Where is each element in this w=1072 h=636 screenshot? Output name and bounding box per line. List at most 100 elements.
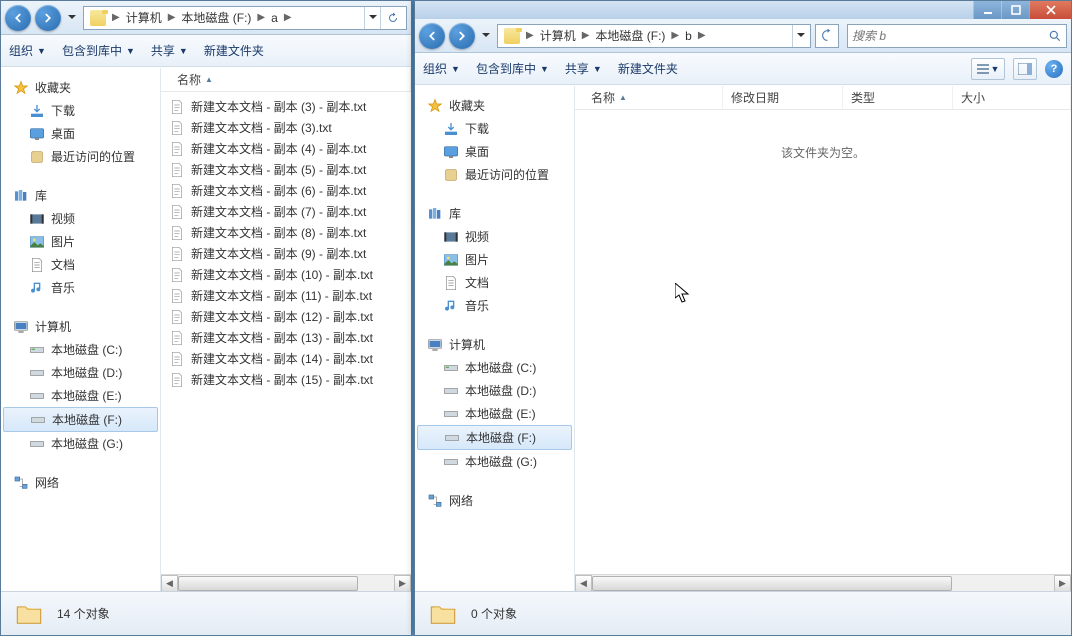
new-folder-button[interactable]: 新建文件夹 xyxy=(618,60,678,77)
nav-network[interactable]: 网络 xyxy=(1,471,160,494)
file-row[interactable]: 新建文本文档 - 副本 (9) - 副本.txt xyxy=(161,243,411,264)
nav-recent[interactable]: 最近访问的位置 xyxy=(1,145,160,168)
address-dropdown[interactable] xyxy=(364,7,380,29)
nav-desktop[interactable]: 桌面 xyxy=(415,140,574,163)
nav-favorites[interactable]: 收藏夹 xyxy=(415,94,574,117)
chevron-right-icon[interactable]: ▶ xyxy=(255,12,267,23)
crumb-folder[interactable]: a xyxy=(267,11,282,25)
nav-documents[interactable]: 文档 xyxy=(1,253,160,276)
preview-pane-button[interactable] xyxy=(1013,58,1037,80)
scroll-thumb[interactable] xyxy=(178,576,358,591)
nav-music[interactable]: 音乐 xyxy=(415,294,574,317)
file-row[interactable]: 新建文本文档 - 副本 (4) - 副本.txt xyxy=(161,138,411,159)
scroll-right-button[interactable]: ▶ xyxy=(394,575,411,592)
crumb-computer[interactable]: 计算机 xyxy=(536,27,580,44)
nav-history-dropdown[interactable] xyxy=(65,8,79,28)
crumb-folder[interactable]: b xyxy=(681,29,696,43)
nav-downloads[interactable]: 下载 xyxy=(1,99,160,122)
nav-videos[interactable]: 视频 xyxy=(415,225,574,248)
minimize-button[interactable] xyxy=(973,1,1001,19)
nav-libraries[interactable]: 库 xyxy=(415,202,574,225)
chevron-right-icon[interactable]: ▶ xyxy=(669,30,681,41)
organize-menu[interactable]: 组织▼ xyxy=(423,60,460,77)
file-row[interactable]: 新建文本文档 - 副本 (15) - 副本.txt xyxy=(161,369,411,390)
nav-disk-e[interactable]: 本地磁盘 (E:) xyxy=(415,402,574,425)
file-row[interactable]: 新建文本文档 - 副本 (13) - 副本.txt xyxy=(161,327,411,348)
forward-button[interactable] xyxy=(449,23,475,49)
organize-menu[interactable]: 组织▼ xyxy=(9,42,46,59)
share-menu[interactable]: 共享▼ xyxy=(151,42,188,59)
file-row[interactable]: 新建文本文档 - 副本 (12) - 副本.txt xyxy=(161,306,411,327)
address-bar[interactable]: ▶ 计算机 ▶ 本地磁盘 (F:) ▶ a ▶ xyxy=(83,6,407,30)
file-row[interactable]: 新建文本文档 - 副本 (5) - 副本.txt xyxy=(161,159,411,180)
chevron-right-icon[interactable]: ▶ xyxy=(282,12,294,23)
file-row[interactable]: 新建文本文档 - 副本 (6) - 副本.txt xyxy=(161,180,411,201)
file-row[interactable]: 新建文本文档 - 副本 (11) - 副本.txt xyxy=(161,285,411,306)
crumb-disk[interactable]: 本地磁盘 (F:) xyxy=(591,27,669,44)
nav-disk-c[interactable]: 本地磁盘 (C:) xyxy=(415,356,574,379)
file-row[interactable]: 新建文本文档 - 副本 (8) - 副本.txt xyxy=(161,222,411,243)
crumb-computer[interactable]: 计算机 xyxy=(122,9,166,26)
nav-recent[interactable]: 最近访问的位置 xyxy=(415,163,574,186)
nav-disk-f[interactable]: 本地磁盘 (F:) xyxy=(3,407,158,432)
column-name[interactable]: 名称▲ xyxy=(583,86,723,109)
column-name[interactable]: 名称▲ xyxy=(169,68,411,91)
nav-pictures[interactable]: 图片 xyxy=(415,248,574,271)
horizontal-scrollbar[interactable]: ◀ ▶ xyxy=(575,574,1071,591)
nav-pictures[interactable]: 图片 xyxy=(1,230,160,253)
column-date[interactable]: 修改日期 xyxy=(723,86,843,109)
include-menu[interactable]: 包含到库中▼ xyxy=(476,60,549,77)
refresh-button[interactable] xyxy=(815,24,839,48)
nav-downloads[interactable]: 下载 xyxy=(415,117,574,140)
close-button[interactable] xyxy=(1029,1,1071,19)
scroll-thumb[interactable] xyxy=(592,576,952,591)
new-folder-button[interactable]: 新建文件夹 xyxy=(204,42,264,59)
nav-computer[interactable]: 计算机 xyxy=(1,315,160,338)
address-bar[interactable]: ▶ 计算机 ▶ 本地磁盘 (F:) ▶ b ▶ xyxy=(497,24,811,48)
file-list[interactable]: 该文件夹为空。 xyxy=(575,110,1071,574)
nav-computer[interactable]: 计算机 xyxy=(415,333,574,356)
include-menu[interactable]: 包含到库中▼ xyxy=(62,42,135,59)
column-type[interactable]: 类型 xyxy=(843,86,953,109)
file-list[interactable]: 新建文本文档 - 副本 (3) - 副本.txt新建文本文档 - 副本 (3).… xyxy=(161,92,411,574)
share-menu[interactable]: 共享▼ xyxy=(565,60,602,77)
nav-desktop[interactable]: 桌面 xyxy=(1,122,160,145)
back-button[interactable] xyxy=(5,5,31,31)
nav-disk-f[interactable]: 本地磁盘 (F:) xyxy=(417,425,572,450)
file-row[interactable]: 新建文本文档 - 副本 (7) - 副本.txt xyxy=(161,201,411,222)
file-row[interactable]: 新建文本文档 - 副本 (3) - 副本.txt xyxy=(161,96,411,117)
nav-disk-e[interactable]: 本地磁盘 (E:) xyxy=(1,384,160,407)
search-input[interactable] xyxy=(852,29,1048,43)
nav-network[interactable]: 网络 xyxy=(415,489,574,512)
address-dropdown[interactable] xyxy=(792,25,808,47)
nav-videos[interactable]: 视频 xyxy=(1,207,160,230)
maximize-button[interactable] xyxy=(1001,1,1029,19)
back-button[interactable] xyxy=(419,23,445,49)
nav-favorites[interactable]: 收藏夹 xyxy=(1,76,160,99)
nav-disk-d[interactable]: 本地磁盘 (D:) xyxy=(415,379,574,402)
nav-music[interactable]: 音乐 xyxy=(1,276,160,299)
file-row[interactable]: 新建文本文档 - 副本 (3).txt xyxy=(161,117,411,138)
help-button[interactable]: ? xyxy=(1045,60,1063,78)
nav-documents[interactable]: 文档 xyxy=(415,271,574,294)
scroll-left-button[interactable]: ◀ xyxy=(161,575,178,592)
column-size[interactable]: 大小 xyxy=(953,86,1071,109)
nav-disk-g[interactable]: 本地磁盘 (G:) xyxy=(415,450,574,473)
view-options-button[interactable]: ▼ xyxy=(971,58,1005,80)
chevron-right-icon[interactable]: ▶ xyxy=(696,30,708,41)
forward-button[interactable] xyxy=(35,5,61,31)
refresh-button[interactable] xyxy=(380,7,404,29)
chevron-right-icon[interactable]: ▶ xyxy=(524,30,536,41)
scroll-left-button[interactable]: ◀ xyxy=(575,575,592,592)
search-box[interactable] xyxy=(847,24,1067,48)
file-row[interactable]: 新建文本文档 - 副本 (14) - 副本.txt xyxy=(161,348,411,369)
chevron-right-icon[interactable]: ▶ xyxy=(110,12,122,23)
scroll-track[interactable] xyxy=(178,575,394,592)
nav-disk-d[interactable]: 本地磁盘 (D:) xyxy=(1,361,160,384)
nav-history-dropdown[interactable] xyxy=(479,26,493,46)
file-row[interactable]: 新建文本文档 - 副本 (10) - 副本.txt xyxy=(161,264,411,285)
scroll-right-button[interactable]: ▶ xyxy=(1054,575,1071,592)
nav-libraries[interactable]: 库 xyxy=(1,184,160,207)
nav-disk-g[interactable]: 本地磁盘 (G:) xyxy=(1,432,160,455)
horizontal-scrollbar[interactable]: ◀ ▶ xyxy=(161,574,411,591)
